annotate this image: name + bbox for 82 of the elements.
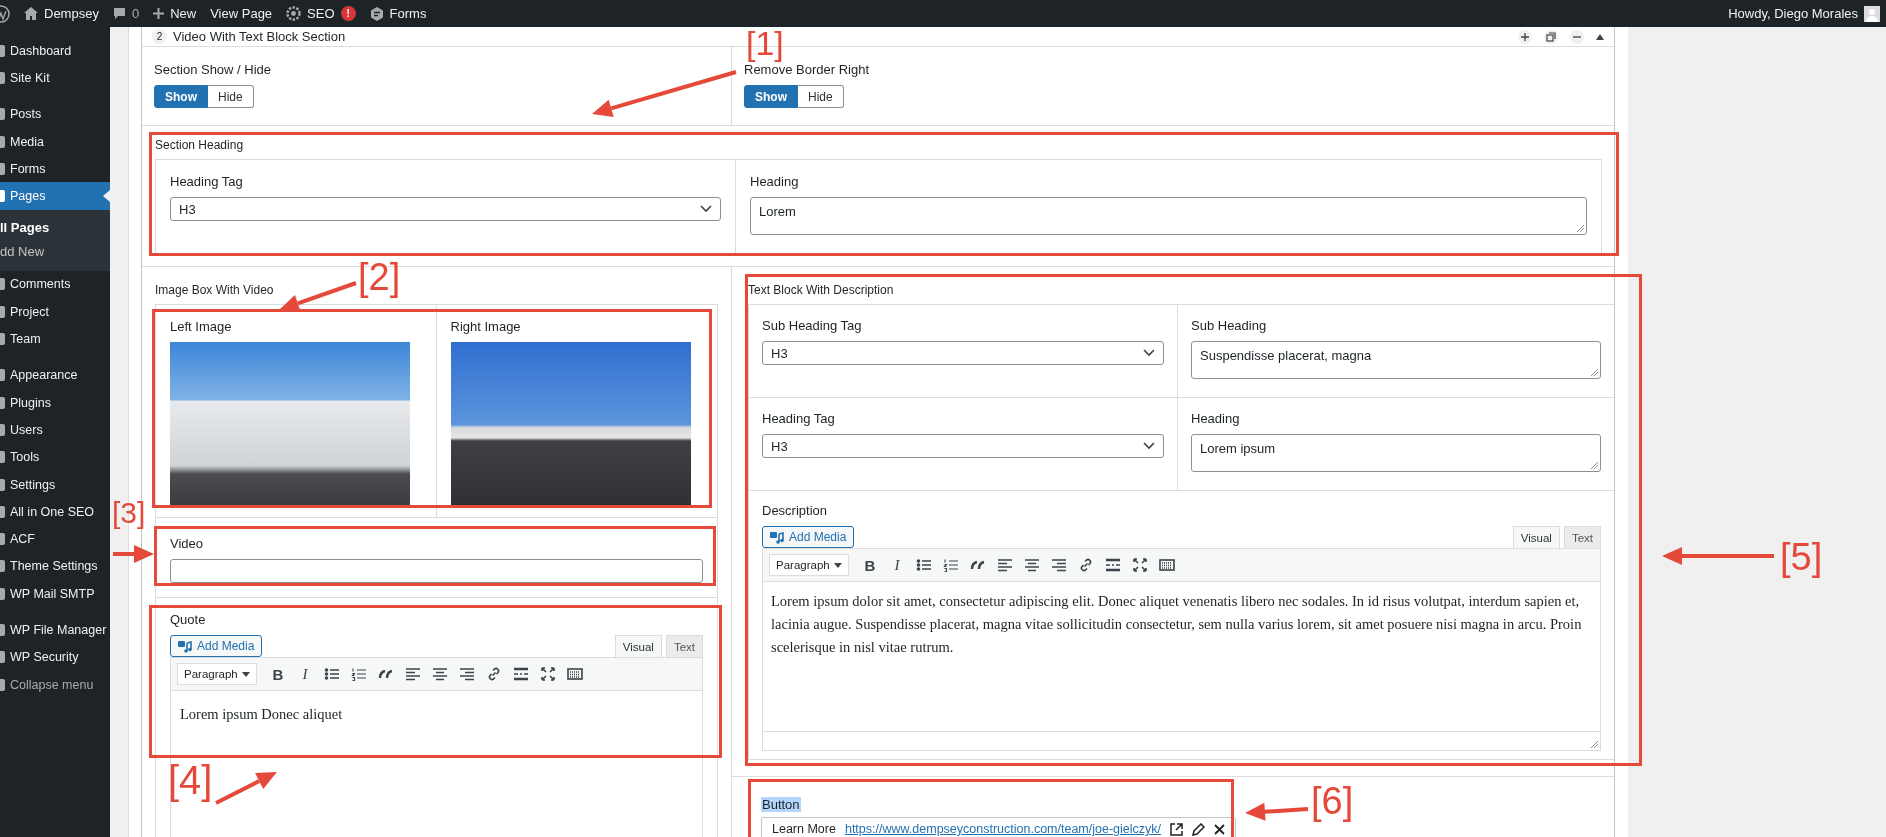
field-label: Heading — [1191, 411, 1241, 426]
sidebar-item[interactable]: Media — [0, 127, 110, 156]
submenu-item[interactable]: dd New — [0, 239, 110, 264]
layout-number: 2 — [152, 29, 167, 44]
italic-button[interactable]: I — [293, 663, 317, 685]
editor-text: Lorem ipsum dolor sit amet, consectetur adipiscing elit. Donec aliquet venenatis libero nec sodales. In id risus volutpat, interdum sapien et, lacinia augue. Suspendisse placerat, magna vitae sollicitudin consectetur, sem nulla varius lorem, sit amet posuere nisi magna in arcu. Proin scelerisque in nisl vitae rutrum. — [771, 592, 1583, 658]
sidebar-item[interactable]: Users — [0, 416, 110, 444]
url-link[interactable]: https://www.dempseyconstruction.com/team/joe-gielczyk/ — [844, 822, 1162, 836]
forms-link[interactable]: Forms — [369, 6, 427, 21]
annotation-label: [6] — [1311, 782, 1354, 820]
sidebar-item[interactable]: WP File Manager — [0, 616, 110, 644]
sidebar-item[interactable]: Theme Settings — [0, 552, 110, 581]
editor-text: Lorem ipsum Donec aliquet — [180, 705, 344, 724]
field-label: Sub Heading Tag — [762, 318, 863, 333]
sidebar-item[interactable]: Posts — [0, 100, 110, 128]
field-label: Description — [762, 503, 829, 518]
editor-tab[interactable]: Text — [1563, 526, 1601, 548]
sidebar-item[interactable]: Project — [0, 298, 110, 326]
sidebar-item[interactable]: Appearance — [0, 361, 110, 389]
field-label: Heading Tag — [762, 411, 836, 426]
sidebar-item[interactable]: Tools — [0, 443, 110, 471]
field-label: Heading Tag — [170, 174, 244, 189]
field-label: Section Show / Hide — [154, 62, 273, 77]
annotation-label: [4] — [168, 760, 213, 800]
submenu-item[interactable]: ll Pages — [0, 215, 110, 240]
sidebar-item[interactable]: WP Security — [0, 643, 110, 671]
select-field[interactable]: H3 — [762, 341, 1164, 365]
toggle-option[interactable]: Show — [744, 85, 798, 108]
seo-menu[interactable]: SEO ! — [286, 6, 356, 21]
sidebar-item[interactable]: ACF — [0, 525, 110, 553]
toggle-option[interactable]: Hide — [798, 85, 844, 108]
annotation-label: [3] — [112, 498, 146, 528]
sidebar-item[interactable]: Collapse menu — [0, 670, 110, 699]
sidebar-item[interactable]: Team — [0, 325, 110, 353]
text-area[interactable]: Suspendisse placerat, magna — [1191, 341, 1601, 379]
site-link[interactable]: Dempsey — [24, 6, 99, 21]
toggle-option[interactable]: Hide — [208, 85, 254, 108]
sidebar-item[interactable]: Comments — [0, 270, 110, 299]
bold-button[interactable]: B — [266, 663, 290, 685]
sidebar-item[interactable]: Settings — [0, 470, 110, 499]
field-label: Quote — [170, 612, 207, 627]
field-label: Sub Heading — [1191, 318, 1268, 333]
editor-tab[interactable]: Visual — [614, 635, 662, 657]
field-label: Remove Border Right — [744, 62, 870, 77]
field-label: Heading — [750, 174, 800, 189]
group-label: Image Box With Video — [155, 283, 275, 297]
new-link[interactable]: New — [153, 6, 197, 21]
editor-tab[interactable]: Visual — [1512, 526, 1560, 548]
sidebar-item[interactable]: All in One SEO — [0, 498, 110, 526]
annotation-label: [1] — [746, 26, 784, 60]
notification-badge: ! — [340, 6, 356, 21]
select-field[interactable]: H3 — [762, 434, 1164, 458]
text-area[interactable]: Lorem ipsum — [1191, 434, 1601, 472]
sidebar-item[interactable]: Plugins — [0, 388, 110, 417]
annotation-label: [2] — [358, 258, 401, 296]
bold-button[interactable]: B — [858, 554, 882, 576]
text-area[interactable]: Lorem — [750, 197, 1587, 235]
link-text: Learn More — [772, 822, 836, 836]
view-page-link[interactable]: View Page — [210, 6, 273, 21]
group-label: Section Heading — [155, 138, 245, 152]
account-menu[interactable]: Howdy, Diego Morales — [1728, 5, 1880, 22]
field-label: Left Image — [170, 319, 233, 334]
comments-link[interactable]: 0 — [112, 6, 140, 21]
add-media-button[interactable]: Add Media — [762, 526, 855, 548]
italic-button[interactable]: I — [885, 554, 909, 576]
field-label: Right Image — [450, 319, 522, 334]
sidebar-item[interactable]: Site Kit — [0, 64, 110, 92]
add-media-button[interactable]: Add Media — [170, 635, 263, 657]
field-label: Button — [761, 797, 801, 812]
format-select[interactable]: Paragraph — [769, 554, 849, 576]
group-label: Text Block With Description — [748, 283, 895, 297]
sidebar-item[interactable]: Dashboard — [0, 37, 110, 65]
annotation-label: [5] — [1780, 538, 1823, 576]
sidebar-item[interactable]: WP Mail SMTP — [0, 580, 110, 608]
toggle-option[interactable]: Show — [154, 85, 208, 108]
layout-title: Video With Text Block Section — [173, 29, 346, 44]
sidebar-item[interactable]: Pages — [0, 182, 110, 210]
editor-tab[interactable]: Text — [665, 635, 703, 657]
format-select[interactable]: Paragraph — [177, 663, 257, 685]
field-label: Video — [170, 536, 204, 551]
sidebar-item[interactable]: Forms — [0, 155, 110, 183]
select-field[interactable]: H3 — [170, 197, 721, 221]
